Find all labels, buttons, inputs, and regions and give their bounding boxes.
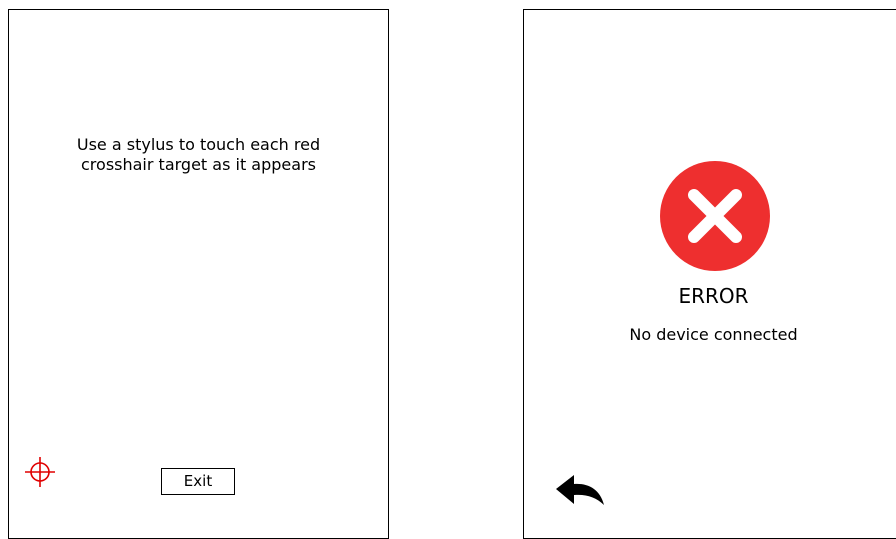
instruction-line-2: crosshair target as it appears <box>81 155 316 174</box>
calibration-instructions: Use a stylus to touch each red crosshair… <box>9 135 388 175</box>
error-message: No device connected <box>629 325 798 344</box>
crosshair-target-icon[interactable] <box>24 456 56 488</box>
error-screen: ERROR No device connected <box>523 9 896 539</box>
calibration-screen: Use a stylus to touch each red crosshair… <box>8 9 389 539</box>
instruction-line-1: Use a stylus to touch each red <box>76 135 321 154</box>
back-arrow-icon[interactable] <box>554 471 606 511</box>
error-x-icon <box>660 161 770 271</box>
exit-button[interactable]: Exit <box>161 468 235 495</box>
error-title: ERROR <box>678 284 749 308</box>
